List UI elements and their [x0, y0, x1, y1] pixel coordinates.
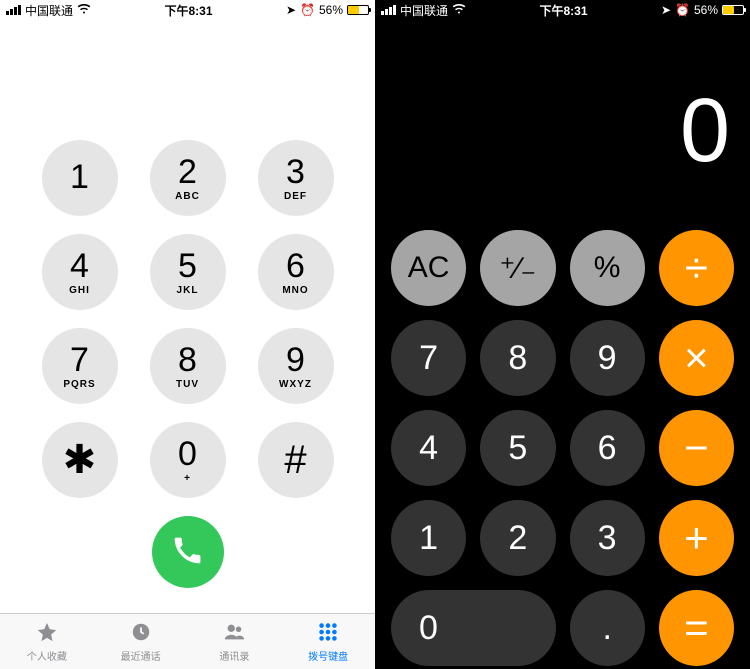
tab-label: 个人收藏: [27, 648, 67, 663]
key-6[interactable]: 6MNO: [258, 234, 334, 310]
key-hash[interactable]: #: [258, 422, 334, 498]
calc-3[interactable]: 3: [570, 500, 645, 576]
calc-4[interactable]: 4: [391, 410, 466, 486]
calc-multiply[interactable]: ×: [659, 320, 734, 396]
calc-keypad: AC ⁺∕₋ % ÷ 7 8 9 × 4 5 6 − 1 2 3 + 0 . =: [375, 230, 750, 666]
alarm-icon: ⏰: [300, 3, 315, 17]
keypad-icon: [315, 621, 341, 646]
dial-pad: 1 2ABC 3DEF 4GHI 5JKL 6MNO 7PQRS 8TUV 9W…: [0, 140, 375, 588]
tab-recent[interactable]: 最近通话: [94, 614, 188, 669]
signal-icon: [6, 5, 21, 15]
calc-6[interactable]: 6: [570, 410, 645, 486]
clock: 下午8:31: [164, 2, 212, 19]
calc-equals[interactable]: =: [659, 590, 734, 666]
calc-add[interactable]: +: [659, 500, 734, 576]
alarm-icon: ⏰: [675, 3, 690, 17]
clock: 下午8:31: [539, 2, 587, 19]
clock-icon: [128, 621, 154, 646]
phone-icon: [172, 534, 204, 571]
wifi-icon: [77, 3, 91, 17]
key-4[interactable]: 4GHI: [42, 234, 118, 310]
calc-plusminus[interactable]: ⁺∕₋: [480, 230, 555, 306]
tab-keypad[interactable]: 拨号键盘: [281, 614, 375, 669]
contacts-icon: [221, 621, 247, 646]
calc-ac[interactable]: AC: [391, 230, 466, 306]
calc-display: 0: [680, 80, 730, 183]
key-8[interactable]: 8TUV: [150, 328, 226, 404]
key-5[interactable]: 5JKL: [150, 234, 226, 310]
calc-percent[interactable]: %: [570, 230, 645, 306]
tab-favorites[interactable]: 个人收藏: [0, 614, 94, 669]
carrier-label: 中国联通: [25, 2, 73, 19]
calc-8[interactable]: 8: [480, 320, 555, 396]
location-icon: ➤: [286, 3, 296, 17]
battery-icon: [347, 5, 369, 15]
tab-label: 拨号键盘: [308, 648, 348, 663]
star-icon: [34, 621, 60, 646]
call-button[interactable]: [152, 516, 224, 588]
calc-divide[interactable]: ÷: [659, 230, 734, 306]
tab-label: 最近通话: [121, 648, 161, 663]
key-9[interactable]: 9WXYZ: [258, 328, 334, 404]
battery-pct: 56%: [694, 3, 718, 17]
key-2[interactable]: 2ABC: [150, 140, 226, 216]
location-icon: ➤: [661, 3, 671, 17]
calc-9[interactable]: 9: [570, 320, 645, 396]
key-star[interactable]: ✱: [42, 422, 118, 498]
battery-icon: [722, 5, 744, 15]
key-0[interactable]: 0+: [150, 422, 226, 498]
key-7[interactable]: 7PQRS: [42, 328, 118, 404]
calc-1[interactable]: 1: [391, 500, 466, 576]
calc-2[interactable]: 2: [480, 500, 555, 576]
tab-contacts[interactable]: 通讯录: [188, 614, 282, 669]
battery-pct: 56%: [319, 3, 343, 17]
calculator-app: 中国联通 下午8:31 ➤ ⏰ 56% 0 AC ⁺∕₋ % ÷ 7 8 9 ×…: [375, 0, 750, 669]
calc-5[interactable]: 5: [480, 410, 555, 486]
key-3[interactable]: 3DEF: [258, 140, 334, 216]
phone-app: 中国联通 下午8:31 ➤ ⏰ 56% 1 2ABC 3DEF 4GHI 5JK…: [0, 0, 375, 669]
wifi-icon: [452, 3, 466, 17]
signal-icon: [381, 5, 396, 15]
key-1[interactable]: 1: [42, 140, 118, 216]
calc-0[interactable]: 0: [391, 590, 556, 666]
status-bar: 中国联通 下午8:31 ➤ ⏰ 56%: [0, 0, 375, 20]
calc-subtract[interactable]: −: [659, 410, 734, 486]
calc-7[interactable]: 7: [391, 320, 466, 396]
carrier-label: 中国联通: [400, 2, 448, 19]
calc-dot[interactable]: .: [570, 590, 645, 666]
tab-bar: 个人收藏 最近通话 通讯录 拨号键盘: [0, 613, 375, 669]
tab-label: 通讯录: [219, 648, 249, 663]
status-bar: 中国联通 下午8:31 ➤ ⏰ 56%: [375, 0, 750, 20]
